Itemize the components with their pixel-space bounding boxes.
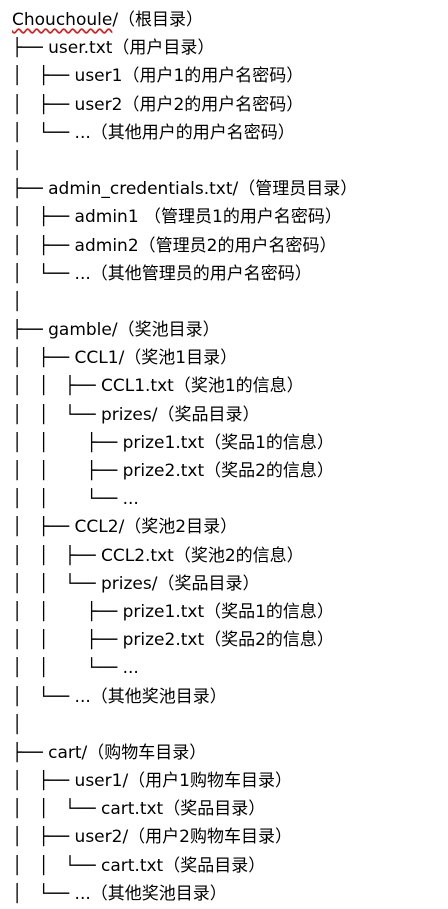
tree-line: ├── user.txt（用户目录） [12,38,215,59]
tree-line: │ │ └── ... [12,658,139,679]
tree-line: │ [12,291,23,312]
tree-line: ├── cart/（购物车目录） [12,742,207,763]
tree-root-line: Chouchoule/（根目录） [12,6,448,34]
tree-line: │ │ ├── CCL1.txt（奖池1的信息） [12,376,304,397]
tree-line: │ │ └── prizes/（奖品目录） [12,404,260,425]
tree-line: │ ├── admin1 （管理员1的用户名密码） [12,207,342,228]
tree-line: │ │ └── ... [12,489,139,510]
tree-line: │ ├── admin2（管理员2的用户名密码） [12,235,337,256]
tree-line: │ ├── CCL1/（奖池1目录） [12,348,238,369]
tree-line: ├── gamble/（奖池目录） [12,320,220,341]
tree-line: │ ├── user2（用户2的用户名密码） [12,94,304,115]
tree-line: │ ├── CCL2/（奖池2目录） [12,517,238,538]
tree-line: ├── admin_credentials.txt/（管理员目录） [12,179,358,200]
tree-line: │ └── ...（其他用户的用户名密码） [12,122,295,143]
tree-line: │ [12,150,23,171]
tree-line: │ │ └── prizes/（奖品目录） [12,573,260,594]
tree-line: │ │ ├── CCL2.txt（奖池2的信息） [12,545,304,566]
tree-line: │ │ ├── prize2.txt（奖品2的信息） [12,630,334,651]
tree-line: │ │ ├── prize1.txt（奖品1的信息） [12,601,334,622]
root-folder-description: /（根目录） [112,10,204,30]
tree-line: │ │ └── cart.txt（奖品目录） [12,855,266,876]
tree-line: │ [12,714,23,735]
root-folder-name: Chouchoule [12,10,113,30]
tree-line: │ │ ├── prize2.txt（奖品2的信息） [12,461,334,481]
tree-line: │ └── ...（其他管理员的用户名密码） [12,263,312,284]
tree-line: │ └── ...（其他奖池目录） [12,883,227,904]
tree-line: │ ├── user2/（用户2购物车目录） [12,827,292,848]
tree-line: │ │ └── cart.txt（奖品目录） [12,799,266,820]
tree-line: │ │ ├── prize1.txt（奖品1的信息） [12,432,334,453]
tree-line: │ ├── user1（用户1的用户名密码） [12,66,304,87]
tree-lines: ├── user.txt（用户目录） │ ├── user1（用户1的用户名密码）… [12,34,448,908]
tree-line: │ └── ...（其他奖池目录） [12,686,227,707]
directory-tree-document: Chouchoule/（根目录） ├── user.txt（用户目录） │ ├──… [0,0,448,909]
tree-line: │ ├── user1/（用户1购物车目录） [12,771,292,792]
